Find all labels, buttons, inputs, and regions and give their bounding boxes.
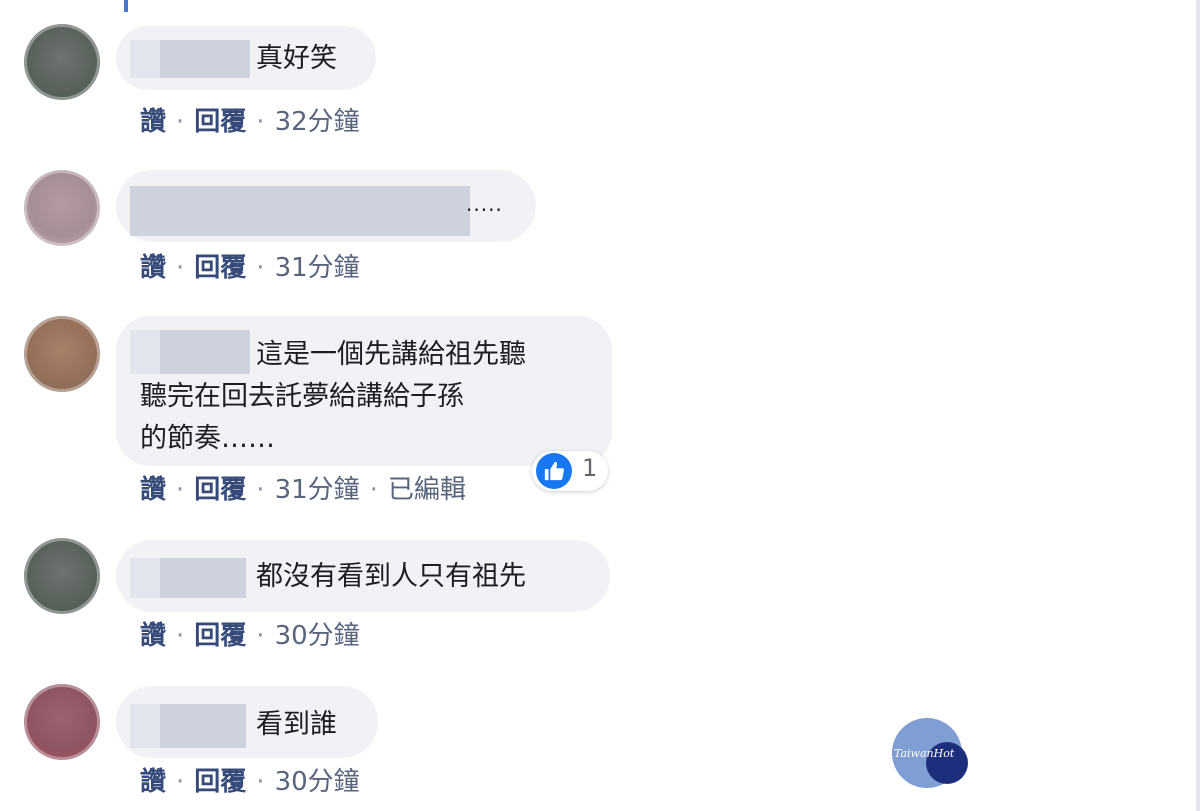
separator-dot: ·	[176, 621, 185, 651]
avatar[interactable]	[24, 170, 100, 246]
comment-text-line-1: 這是一個先講給祖先聽	[256, 339, 526, 370]
reply-link[interactable]: 回覆	[194, 252, 246, 284]
redacted-author-name[interactable]	[160, 558, 246, 598]
separator-dot: ·	[369, 475, 378, 505]
separator-dot: ·	[256, 767, 265, 797]
redacted-name-overlay	[130, 558, 160, 598]
comment-text-line-3: 的節奏……	[140, 423, 275, 454]
comment-actions: 讚 · 回覆 · 31分鐘 · 已編輯	[140, 474, 466, 506]
comment-actions: 讚 · 回覆 · 32分鐘	[140, 106, 360, 138]
like-link[interactable]: 讚	[140, 252, 166, 284]
avatar[interactable]	[24, 538, 100, 614]
comment-text: .....	[466, 192, 503, 216]
avatar[interactable]	[24, 316, 100, 392]
scrollbar-track[interactable]	[1196, 0, 1200, 811]
comment-actions: 讚 · 回覆 · 31分鐘	[140, 252, 360, 284]
timestamp[interactable]: 30分鐘	[275, 766, 360, 798]
watermark-text: TaiwanHot	[894, 747, 955, 760]
thread-connector-line	[124, 0, 128, 12]
redacted-name-overlay	[130, 330, 160, 374]
comment-bubble: 看到誰	[116, 686, 378, 758]
reply-link[interactable]: 回覆	[194, 106, 246, 138]
comment-bubble: 都沒有看到人只有祖先	[116, 540, 610, 612]
redacted-author-name[interactable]	[160, 704, 246, 748]
comment-actions: 讚 · 回覆 · 30分鐘	[140, 766, 360, 798]
comment-bubble: 真好笑	[116, 26, 376, 90]
separator-dot: ·	[176, 253, 185, 283]
timestamp[interactable]: 30分鐘	[275, 620, 360, 652]
comment-bubble: .....	[116, 170, 536, 242]
like-link[interactable]: 讚	[140, 474, 166, 506]
redacted-author-name[interactable]	[160, 330, 250, 374]
thumbs-up-icon	[536, 453, 572, 489]
like-link[interactable]: 讚	[140, 766, 166, 798]
redacted-name-overlay	[130, 40, 160, 78]
comment-text-line-2: 聽完在回去託夢給講給子孫	[140, 381, 464, 412]
edited-label[interactable]: 已編輯	[388, 474, 466, 506]
comment-bubble: 這是一個先講給祖先聽 聽完在回去託夢給講給子孫 的節奏……	[116, 316, 612, 466]
timestamp[interactable]: 31分鐘	[275, 474, 360, 506]
comment-text: 看到誰	[256, 709, 337, 740]
separator-dot: ·	[256, 253, 265, 283]
reaction-badge[interactable]: 1	[532, 451, 608, 491]
timestamp[interactable]: 31分鐘	[275, 252, 360, 284]
comment-actions: 讚 · 回覆 · 30分鐘	[140, 620, 360, 652]
like-link[interactable]: 讚	[140, 106, 166, 138]
separator-dot: ·	[176, 767, 185, 797]
like-link[interactable]: 讚	[140, 620, 166, 652]
watermark-logo: TaiwanHot	[892, 718, 970, 788]
reaction-count: 1	[582, 454, 598, 482]
redacted-author-name[interactable]	[130, 186, 470, 236]
comment-text: 真好笑	[256, 43, 337, 74]
separator-dot: ·	[176, 107, 185, 137]
comment-text: 都沒有看到人只有祖先	[256, 561, 526, 592]
avatar[interactable]	[24, 684, 100, 760]
reply-link[interactable]: 回覆	[194, 766, 246, 798]
separator-dot: ·	[176, 475, 185, 505]
timestamp[interactable]: 32分鐘	[275, 106, 360, 138]
redacted-author-name[interactable]	[160, 40, 250, 78]
separator-dot: ·	[256, 475, 265, 505]
redacted-name-overlay	[130, 704, 160, 748]
separator-dot: ·	[256, 621, 265, 651]
separator-dot: ·	[256, 107, 265, 137]
avatar[interactable]	[24, 24, 100, 100]
reply-link[interactable]: 回覆	[194, 474, 246, 506]
reply-link[interactable]: 回覆	[194, 620, 246, 652]
